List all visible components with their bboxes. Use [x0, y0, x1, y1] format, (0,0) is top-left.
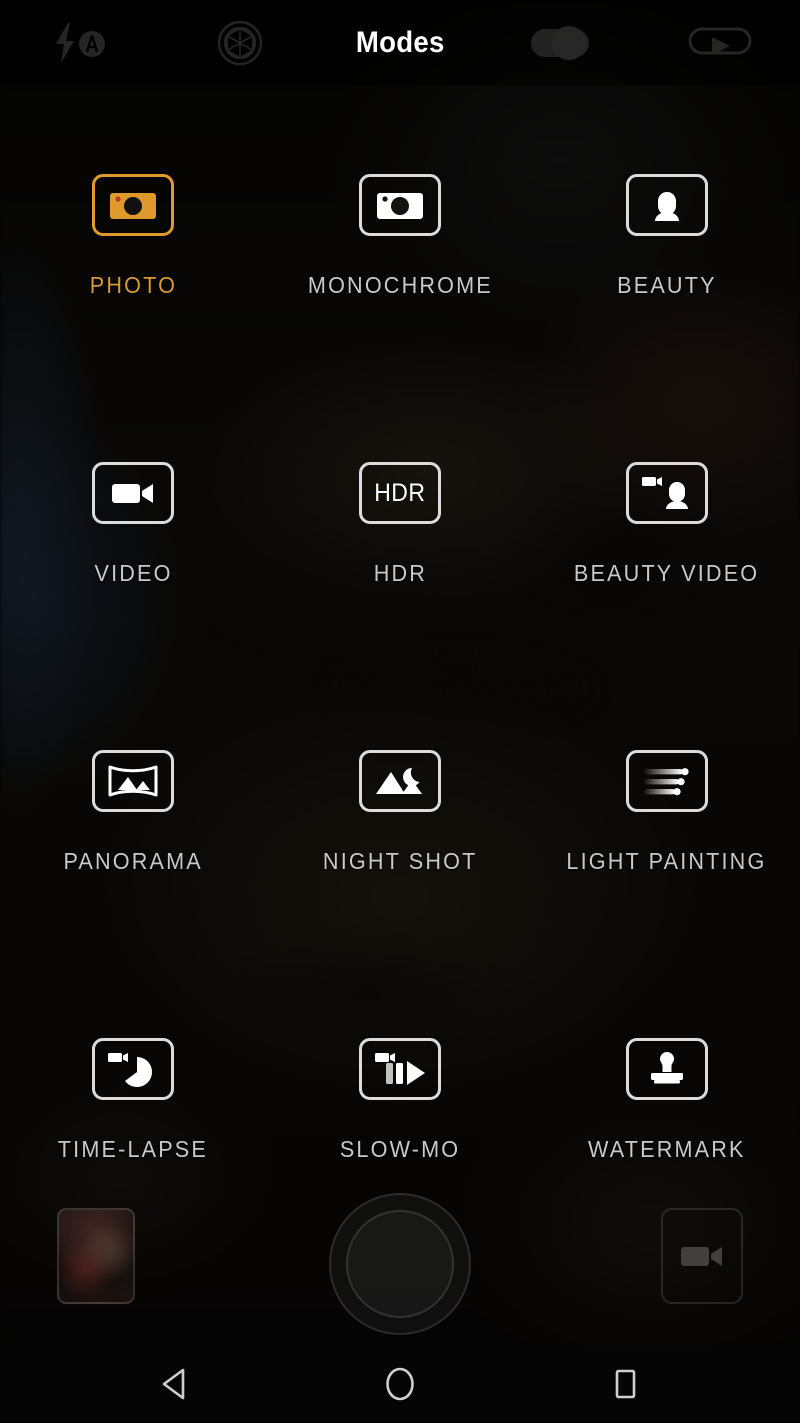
camera-modes-screen: Modes PHOTO MONOCHROME BEAUTY VIDEO HDR …: [0, 0, 800, 1423]
home-circle-icon: [386, 1367, 414, 1401]
night-shot-icon: [375, 768, 422, 794]
beauty-video-icon: [641, 477, 688, 509]
mode-icon-box: [358, 174, 441, 236]
mode-icon-box: [625, 174, 708, 236]
mode-label: LIGHT PAINTING: [566, 848, 767, 874]
camera-icon: [110, 193, 157, 219]
wide-aperture-toggle[interactable]: [480, 0, 640, 86]
mode-night-shot[interactable]: NIGHT SHOT: [267, 726, 534, 875]
aperture-icon: [217, 20, 263, 66]
mode-label: BEAUTY VIDEO: [573, 560, 760, 586]
modes-grid: PHOTO MONOCHROME BEAUTY VIDEO HDR HDR BE…: [0, 150, 800, 1302]
mode-slow-mo[interactable]: SLOW-MO: [267, 1014, 534, 1163]
camera-icon: [376, 193, 423, 219]
mode-icon-box: [92, 462, 175, 524]
mode-video[interactable]: VIDEO: [0, 438, 267, 587]
aperture-button[interactable]: [160, 0, 320, 86]
mode-icon-box: [358, 750, 441, 812]
mode-light-painting[interactable]: LIGHT PAINTING: [533, 726, 800, 875]
android-nav-bar: [0, 1345, 800, 1423]
mode-icon-box: [92, 1038, 175, 1100]
back-triangle-icon: [162, 1368, 185, 1400]
top-bar: Modes: [0, 0, 800, 86]
back-button[interactable]: [140, 1345, 210, 1423]
shutter-inner-ring: [346, 1210, 454, 1318]
gallery-thumbnail[interactable]: [57, 1208, 135, 1304]
panorama-icon: [108, 765, 158, 797]
switch-camera-icon: [688, 27, 752, 55]
light-painting-icon: [642, 768, 689, 796]
camcorder-icon: [681, 1247, 722, 1266]
mode-label: TIME-LAPSE: [58, 1136, 209, 1162]
mode-monochrome[interactable]: MONOCHROME: [267, 150, 534, 299]
mode-label: PHOTO: [89, 272, 177, 298]
page-title: Modes: [355, 26, 445, 59]
mode-icon-box: HDR: [358, 462, 441, 524]
mode-label: HDR: [373, 560, 427, 586]
mode-icon-box: [92, 750, 175, 812]
mode-label: SLOW-MO: [339, 1136, 461, 1162]
mode-hdr[interactable]: HDR HDR: [267, 438, 534, 587]
wide-aperture-toggle-icon: [531, 26, 589, 60]
flash-auto-button[interactable]: [0, 0, 160, 86]
mode-label: MONOCHROME: [307, 272, 493, 298]
recents-square-icon: [615, 1369, 636, 1399]
mode-photo[interactable]: PHOTO: [0, 150, 267, 299]
mode-watermark[interactable]: WATERMARK: [533, 1014, 800, 1163]
switch-camera-button[interactable]: [640, 0, 800, 86]
hdr-text-icon: HDR: [374, 478, 426, 507]
mode-beauty-video[interactable]: BEAUTY VIDEO: [533, 438, 800, 587]
mode-time-lapse[interactable]: TIME-LAPSE: [0, 1014, 267, 1163]
time-lapse-icon: [108, 1053, 153, 1087]
portrait-icon: [654, 192, 679, 221]
mode-icon-box: [358, 1038, 441, 1100]
watermark-icon: [650, 1052, 683, 1084]
mode-label: PANORAMA: [63, 848, 204, 874]
mode-label: NIGHT SHOT: [322, 848, 478, 874]
slow-mo-icon: [374, 1053, 425, 1085]
mode-icon-box: [625, 1038, 708, 1100]
flash-auto-icon: [56, 23, 105, 63]
mode-label: WATERMARK: [587, 1136, 746, 1162]
video-record-button[interactable]: [661, 1208, 743, 1304]
camcorder-icon: [112, 484, 154, 503]
mode-panorama[interactable]: PANORAMA: [0, 726, 267, 875]
mode-icon-box: [625, 462, 708, 524]
mode-beauty[interactable]: BEAUTY: [533, 150, 800, 299]
mode-icon-box: [92, 174, 175, 236]
home-button[interactable]: [365, 1345, 435, 1423]
recents-button[interactable]: [590, 1345, 660, 1423]
screen-title: Modes: [320, 0, 480, 86]
mode-icon-box: [625, 750, 708, 812]
mode-label: VIDEO: [94, 560, 173, 586]
shutter-button[interactable]: [329, 1193, 471, 1335]
bottom-bar: [0, 1193, 800, 1357]
mode-label: BEAUTY: [616, 272, 717, 298]
